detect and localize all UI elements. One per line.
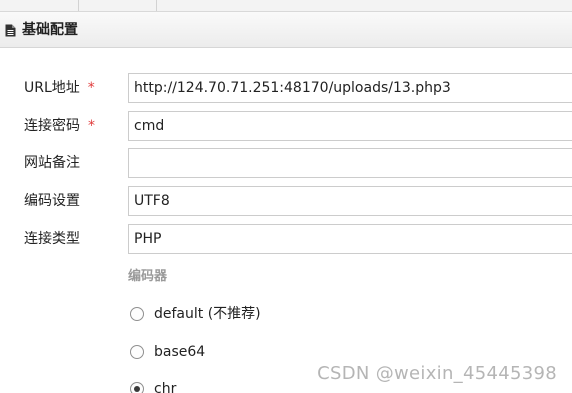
encoder-option-base64[interactable]: base64 — [128, 342, 428, 364]
url-input[interactable] — [128, 73, 572, 103]
encoding-label: 编码设置 — [24, 193, 80, 209]
encoding-row: 编码设置 — [0, 186, 572, 216]
required-mark: * — [87, 80, 95, 96]
note-input[interactable] — [128, 148, 572, 178]
note-row: 网站备注 — [0, 148, 572, 178]
radio-label: chr — [154, 381, 177, 393]
document-icon — [5, 24, 16, 37]
encoder-section-label: 编码器 — [128, 269, 168, 284]
password-input[interactable] — [128, 111, 572, 141]
tab-divider — [78, 0, 79, 11]
radio-label: default (不推荐) — [154, 306, 261, 322]
type-input[interactable] — [128, 224, 572, 254]
required-mark: * — [88, 118, 95, 134]
note-label: 网站备注 — [24, 155, 80, 171]
radio-label: base64 — [154, 344, 206, 360]
radio-button[interactable] — [130, 345, 144, 359]
type-row: 连接类型 — [0, 224, 572, 254]
panel-header: 基础配置 — [0, 12, 572, 48]
url-row: URL地址 * — [0, 73, 572, 103]
encoder-option-default[interactable]: default (不推荐) — [128, 304, 428, 326]
type-label: 连接类型 — [24, 231, 80, 247]
tab-strip — [0, 0, 572, 12]
tab-divider — [156, 0, 157, 11]
password-label: 连接密码 * — [24, 118, 95, 134]
config-form: URL地址* 连接密码* 网站备注 编码设置 连接类型 编码器 default … — [0, 48, 572, 393]
radio-button[interactable] — [130, 307, 144, 321]
password-row: 连接密码 * — [0, 111, 572, 141]
watermark: CSDN @weixin_45445398 — [317, 363, 557, 384]
url-label: URL地址 * — [24, 80, 95, 96]
shell-config-panel: 基础配置 URL地址* 连接密码* 网站备注 编码设置 连接类型 编码器 def… — [0, 0, 572, 393]
panel-title: 基础配置 — [22, 22, 78, 38]
encoding-input[interactable] — [128, 186, 572, 216]
radio-button[interactable] — [130, 382, 144, 393]
